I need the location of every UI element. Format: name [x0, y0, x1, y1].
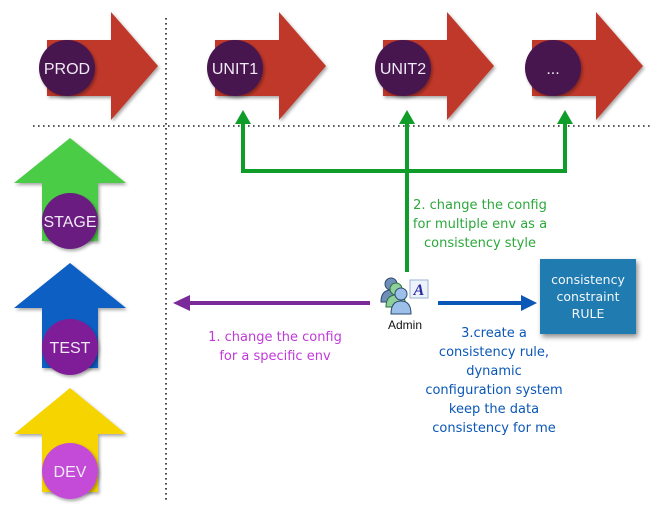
step3-line: consistency rule,	[438, 345, 550, 360]
admin-users-icon[interactable]: A	[380, 277, 429, 315]
step3-line: keep the data	[448, 402, 540, 417]
env-node-more: ...	[525, 40, 581, 96]
rule-box-line: constraint	[556, 289, 620, 304]
env-node-test: TEST	[42, 319, 98, 375]
arrowhead-to-rule	[521, 295, 537, 311]
env-node-unit2: UNIT2	[375, 40, 431, 96]
step2-annotation: 2. change the config for multiple env as…	[405, 196, 555, 253]
consistency-rule-box[interactable]: consistency constraint RULE	[540, 259, 636, 334]
arrowhead-to-unit1	[235, 110, 251, 124]
env-label-unit2: UNIT2	[380, 61, 426, 78]
step1-line: 1. change the config	[208, 330, 342, 345]
env-label-more: ...	[546, 61, 559, 78]
env-label-test: TEST	[50, 340, 91, 357]
svg-text:A: A	[413, 282, 425, 299]
step3-line: consistency for me	[432, 421, 556, 436]
env-label-unit1: UNIT1	[212, 61, 258, 78]
step3-line: dynamic	[466, 364, 522, 379]
step2-line: 2. change the config	[413, 198, 547, 213]
arrowhead-to-unit2	[399, 110, 415, 124]
step1-annotation: 1. change the config for a specific env	[180, 328, 370, 366]
arrowhead-to-more	[557, 110, 573, 124]
step3-line: 3.create a	[461, 326, 527, 341]
step2-line: for multiple env as a	[412, 217, 548, 232]
step2-line: consistency style	[424, 236, 536, 251]
env-label-dev: DEV	[54, 464, 87, 481]
env-label-stage: STAGE	[43, 214, 96, 231]
rule-box-line: consistency	[551, 272, 625, 287]
env-node-unit1: UNIT1	[207, 40, 263, 96]
arrowhead-to-specific-env	[173, 295, 190, 311]
rule-box-line: RULE	[571, 306, 605, 321]
env-label-prod: PROD	[44, 61, 90, 78]
step3-annotation: 3.create a consistency rule, dynamic con…	[414, 324, 574, 438]
step1-line: for a specific env	[219, 349, 331, 364]
env-node-dev: DEV	[42, 443, 98, 499]
step3-line: configuration system	[425, 383, 563, 398]
env-node-prod: PROD	[39, 40, 95, 96]
env-node-stage: STAGE	[42, 193, 98, 249]
green-bracket-line	[241, 122, 567, 173]
